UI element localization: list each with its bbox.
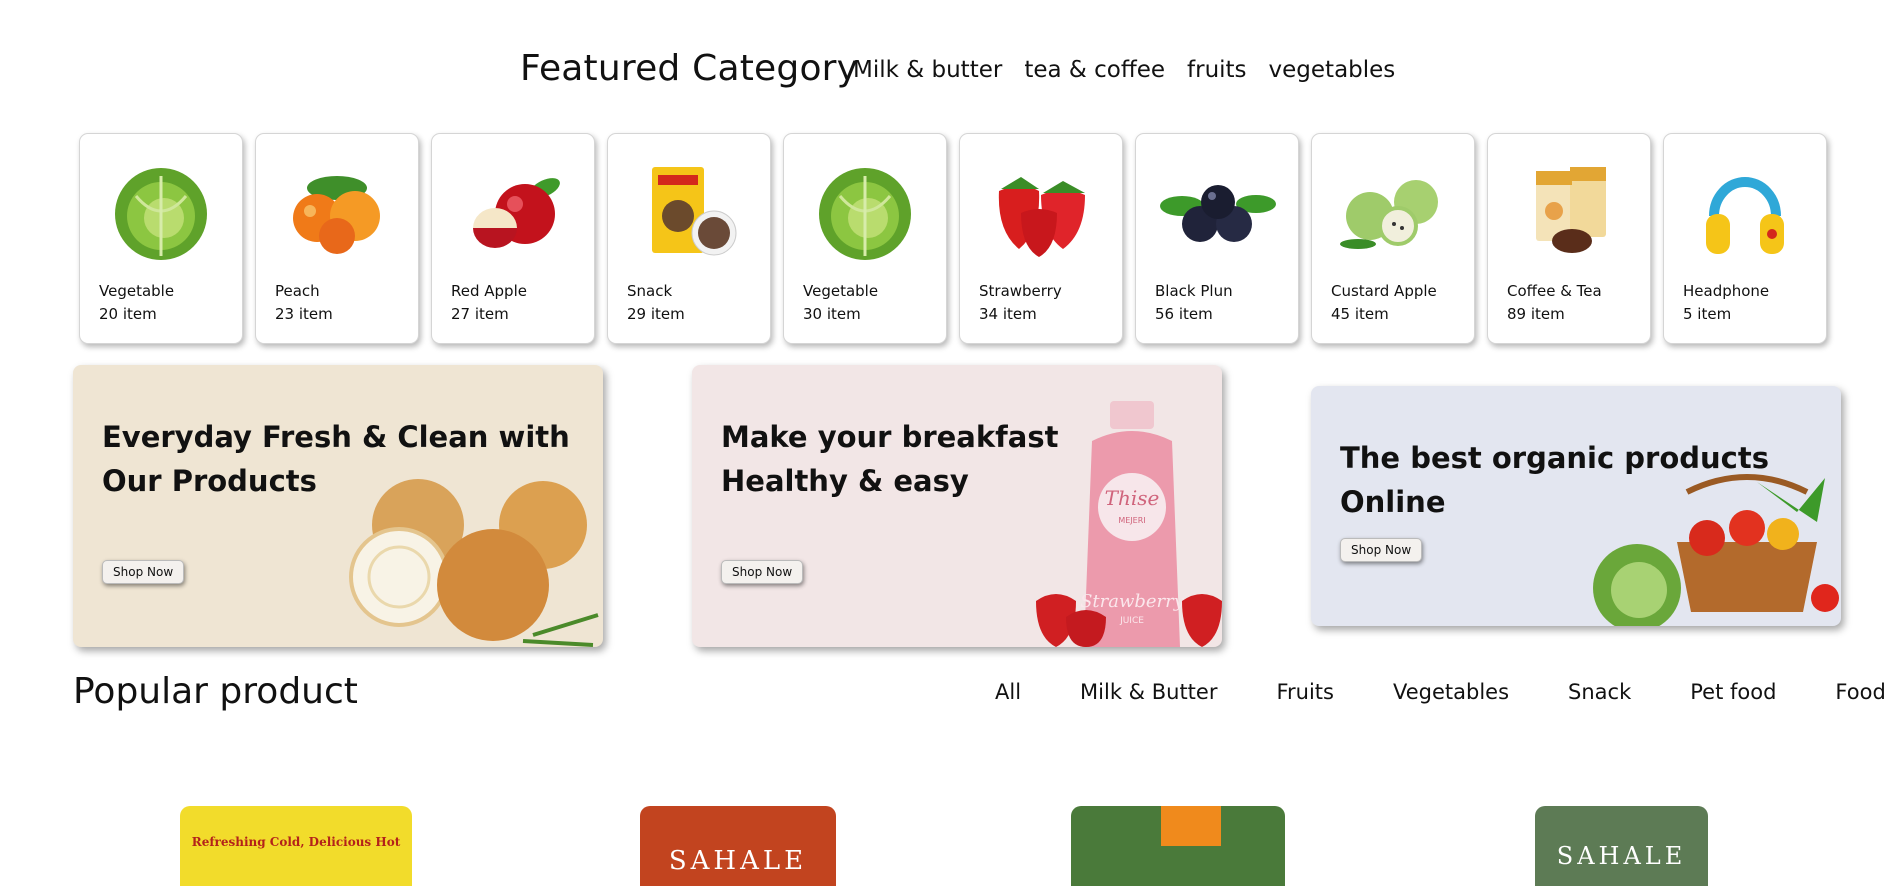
category-name: Vegetable <box>99 282 175 300</box>
category-name: Headphone <box>1683 282 1770 300</box>
promo-banner-organic: The best organic products Online Shop No… <box>1311 386 1841 626</box>
promo-banner-breakfast: Thise MEJERI Strawberry JUICE Make your … <box>692 365 1222 647</box>
category-card-vegetable-2[interactable]: Vegetable 30 item <box>783 133 947 344</box>
category-card-strawberry[interactable]: Strawberry 34 item <box>959 133 1123 344</box>
shop-now-button[interactable]: Shop Now <box>102 560 185 584</box>
custard-apple-icon <box>1312 156 1474 266</box>
category-name: Black Plun <box>1155 282 1233 300</box>
category-count: 30 item <box>803 305 861 323</box>
category-count: 27 item <box>451 305 509 323</box>
category-name: Custard Apple <box>1331 282 1437 300</box>
category-count: 5 item <box>1683 305 1732 323</box>
product-pack-label: SAHALE <box>668 846 808 876</box>
popular-tab-snack[interactable]: Snack <box>1568 680 1631 704</box>
product-image-2[interactable]: SAHALE <box>640 806 836 886</box>
peach-icon <box>256 156 418 266</box>
category-card-snack[interactable]: Snack 29 item <box>607 133 771 344</box>
category-card-peach[interactable]: Peach 23 item <box>255 133 419 344</box>
category-count: 34 item <box>979 305 1037 323</box>
cabbage-icon <box>784 156 946 266</box>
popular-tab-vegetables[interactable]: Vegetables <box>1393 680 1509 704</box>
cabbage-icon <box>80 156 242 266</box>
category-card-vegetable[interactable]: Vegetable 20 item <box>79 133 243 344</box>
banner-title: The best organic products Online <box>1340 441 1769 519</box>
plum-icon <box>1136 156 1298 266</box>
category-count: 29 item <box>627 305 685 323</box>
snack-pack-icon <box>608 156 770 266</box>
category-name: Coffee & Tea <box>1507 282 1602 300</box>
promo-banner-fresh: Everyday Fresh & Clean with Our Products… <box>73 365 603 647</box>
category-count: 56 item <box>1155 305 1213 323</box>
product-pack-label: SAHALE <box>1556 842 1687 870</box>
category-count: 20 item <box>99 305 157 323</box>
popular-tab-food[interactable]: Food <box>1835 680 1885 704</box>
featured-tab-vegetables[interactable]: vegetables <box>1269 57 1396 83</box>
shop-now-button[interactable]: Shop Now <box>1340 538 1423 562</box>
popular-tab-fruits[interactable]: Fruits <box>1276 680 1334 704</box>
banner-title: Make your breakfast Healthy & easy <box>721 420 1059 498</box>
category-name: Red Apple <box>451 282 527 300</box>
popular-tab-milk-butter[interactable]: Milk & Butter <box>1080 680 1217 704</box>
apple-icon <box>432 156 594 266</box>
product-image-3[interactable] <box>1071 806 1285 886</box>
category-card-black-plum[interactable]: Black Plun 56 item <box>1135 133 1299 344</box>
popular-product-title: Popular product <box>73 671 358 712</box>
featured-tab-fruits[interactable]: fruits <box>1187 57 1247 83</box>
bottle-sub: MEJERI <box>1118 516 1145 525</box>
bottle-type: JUICE <box>1119 616 1144 626</box>
shop-now-button[interactable]: Shop Now <box>721 560 804 584</box>
category-row: Vegetable 20 item Peach 23 item Red Appl… <box>79 133 1827 344</box>
category-card-red-apple[interactable]: Red Apple 27 item <box>431 133 595 344</box>
product-image-4[interactable]: SAHALE <box>1535 806 1708 886</box>
category-count: 23 item <box>275 305 333 323</box>
popular-tab-all[interactable]: All <box>995 680 1021 704</box>
featured-tab-milk-butter[interactable]: Milk & butter <box>853 57 1002 83</box>
popular-tabs: All Milk & Butter Fruits Vegetables Snac… <box>995 680 1886 704</box>
coffee-pack-icon <box>1488 156 1650 266</box>
category-name: Snack <box>627 282 673 300</box>
category-name: Peach <box>275 282 320 300</box>
category-name: Vegetable <box>803 282 879 300</box>
category-card-coffee-tea[interactable]: Coffee & Tea 89 item <box>1487 133 1651 344</box>
category-card-custard-apple[interactable]: Custard Apple 45 item <box>1311 133 1475 344</box>
strawberry-icon <box>960 156 1122 266</box>
bottle-flavor: Strawberry <box>1080 591 1185 612</box>
category-card-headphone[interactable]: Headphone 5 item <box>1663 133 1827 344</box>
featured-tabs: Milk & butter tea & coffee fruits vegeta… <box>853 57 1395 83</box>
category-name: Strawberry <box>979 282 1062 300</box>
category-count: 89 item <box>1507 305 1565 323</box>
product-pack-band <box>1161 806 1221 846</box>
category-count: 45 item <box>1331 305 1389 323</box>
popular-tab-pet-food[interactable]: Pet food <box>1690 680 1776 704</box>
banner-title: Everyday Fresh & Clean with Our Products <box>102 420 570 498</box>
featured-tab-tea-coffee[interactable]: tea & coffee <box>1024 57 1165 83</box>
featured-category-title: Featured Category <box>520 48 859 89</box>
product-image-1[interactable]: Refreshing Cold, Delicious Hot <box>180 806 412 886</box>
headphone-icon <box>1664 156 1826 266</box>
product-pack-label: Refreshing Cold, Delicious Hot <box>191 835 401 849</box>
